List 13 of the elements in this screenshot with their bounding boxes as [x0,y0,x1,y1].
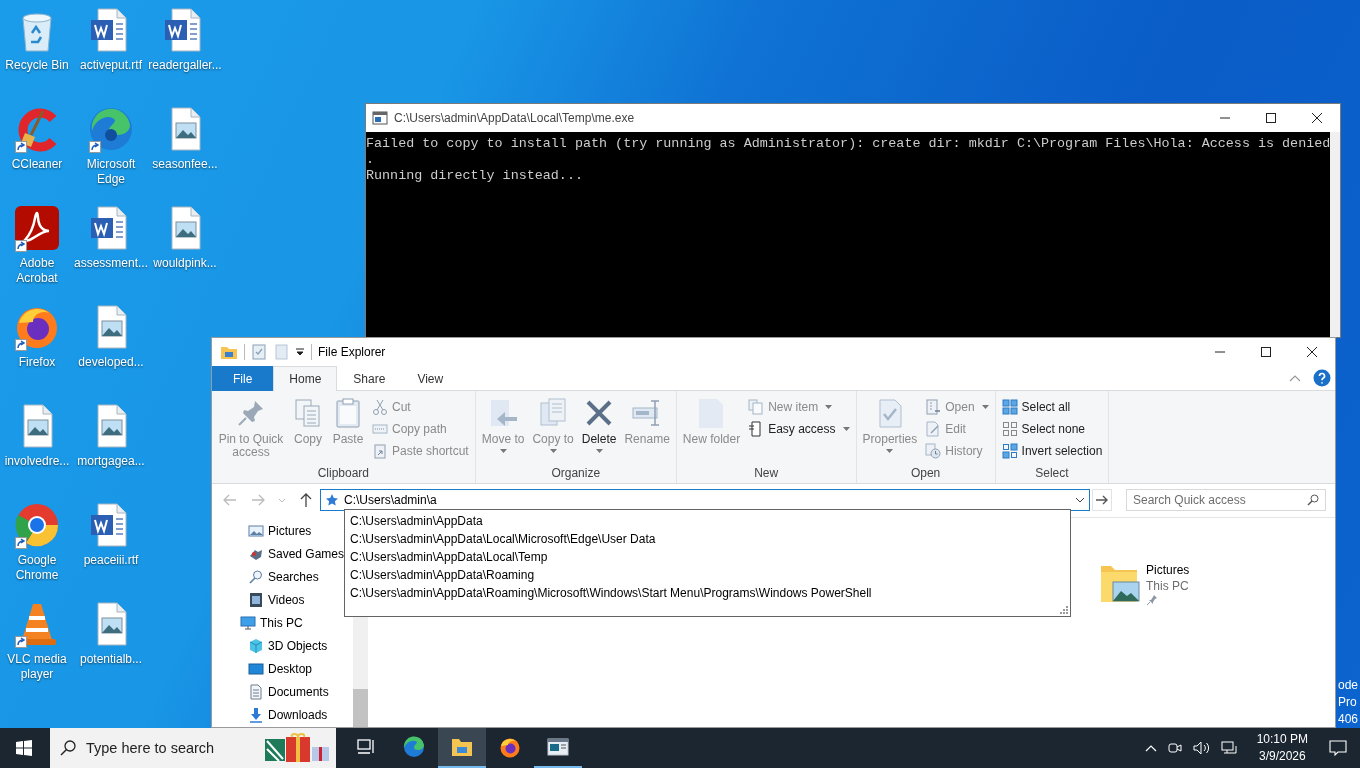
console-text: . [366,152,375,168]
window-title: File Explorer [318,345,387,359]
ribbon-group-label: Organize [550,466,602,482]
ribbon-group-label: New [753,466,780,482]
ribbon-group-label: Open [909,466,942,482]
console-text: Running directly instead... [366,168,583,184]
desktop-text: Pro [1338,694,1358,711]
ribbon-group-label: Clipboard [316,466,371,482]
console-text: Failed to copy to install path (try running as Administrator): create dir: mkdir C:\Program Files\Hola: Access is denied [366,136,1331,152]
window-title: C:\Users\admin\AppData\Local\Temp\me.exe [394,111,636,125]
ribbon-group-label: Select [1034,466,1070,482]
desktop-text: ode [1338,677,1359,694]
desktop-text: 406 [1338,711,1359,728]
